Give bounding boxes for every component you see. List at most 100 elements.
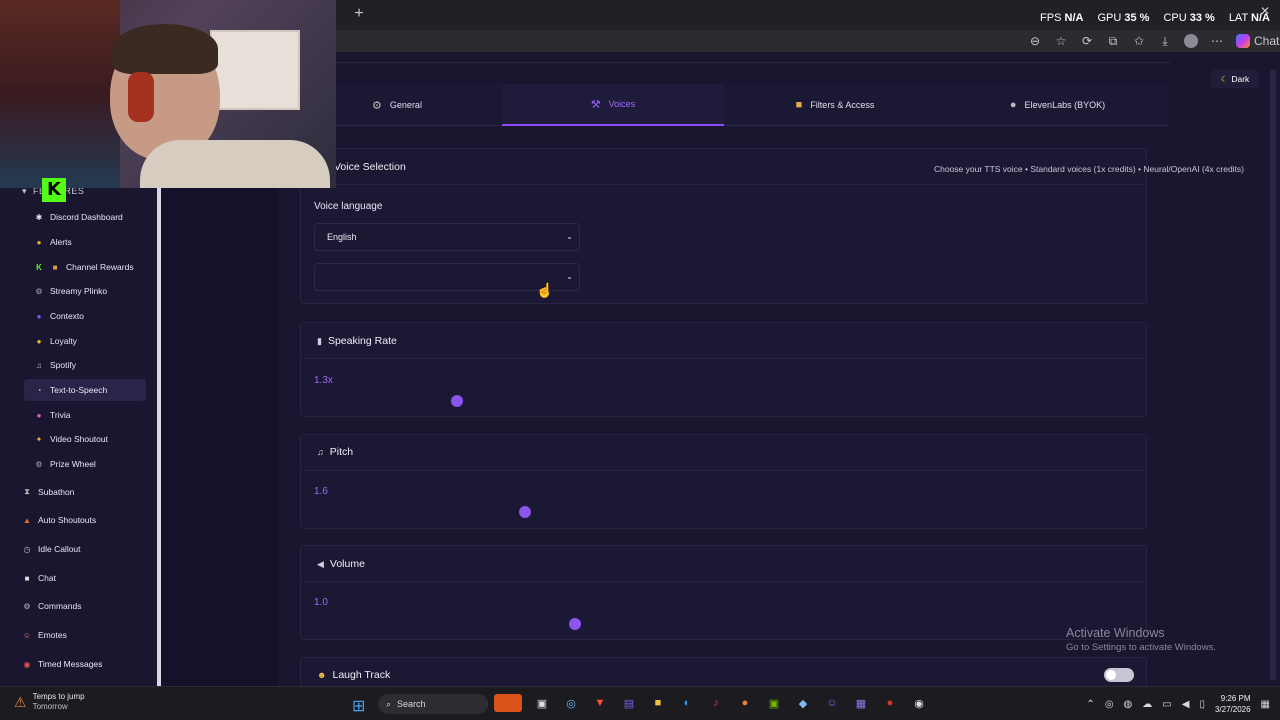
- music-note-icon: ♫: [36, 360, 42, 370]
- battery-icon[interactable]: ▯: [1199, 699, 1205, 710]
- download-icon[interactable]: ⤓: [1158, 34, 1172, 49]
- volume-slider-thumb[interactable]: [569, 618, 581, 630]
- copilot-chat-button[interactable]: Chat: [1236, 34, 1279, 48]
- taskbar-search[interactable]: ⌕ Search: [378, 694, 488, 714]
- sidebar-item-subathon[interactable]: ⧗ Subathon: [12, 481, 134, 503]
- record-icon[interactable]: ●: [881, 694, 899, 712]
- clock-time: 9:26 PM: [1220, 694, 1251, 703]
- windows-start-icon[interactable]: ⊞: [352, 696, 365, 716]
- sidebar-item-chat[interactable]: ■ Chat: [12, 567, 134, 589]
- sidebar-item-loyalty[interactable]: ● Loyalty: [24, 330, 146, 352]
- sidebar-item-label: Channel Rewards: [66, 262, 134, 272]
- steam-icon[interactable]: ◎: [562, 694, 580, 712]
- sidebar-item-auto-shoutouts[interactable]: ▲ Auto Shoutouts: [12, 509, 134, 531]
- fire-icon: ▲: [23, 515, 31, 525]
- pitch-value: 1.6: [314, 486, 328, 497]
- sidebar-item-discord-dashboard[interactable]: ✱ Discord Dashboard: [24, 206, 146, 228]
- folder-icon[interactable]: ■: [649, 694, 667, 712]
- speaking-rate-slider-thumb[interactable]: [451, 395, 463, 407]
- favorite-star-icon[interactable]: ☆: [1054, 34, 1068, 48]
- tab-elevenlabs[interactable]: ● ElevenLabs (BYOK): [946, 84, 1169, 126]
- extension-icon[interactable]: ⟳: [1080, 34, 1094, 48]
- speaking-rate-card: [300, 322, 1147, 417]
- sidebar-item-prize-wheel[interactable]: ⚙ Prize Wheel: [24, 453, 146, 475]
- weather-widget[interactable]: ⚠ Temps to jump Tomorrow: [14, 692, 85, 712]
- volume-value: 1.0: [314, 597, 328, 608]
- sidebar-item-spotify[interactable]: ♫ Spotify: [24, 354, 146, 376]
- sidebar-item-label: Spotify: [50, 360, 76, 370]
- sidebar-item-streamy-plinko[interactable]: ⚙ Streamy Plinko: [24, 280, 146, 302]
- sidebar-item-alerts[interactable]: ● Alerts: [24, 231, 146, 253]
- widget-icon[interactable]: [494, 694, 522, 712]
- sidebar-item-trivia[interactable]: ● Trivia: [24, 404, 146, 426]
- taskbar-clock[interactable]: 9:26 PM 3/27/2026: [1215, 693, 1251, 715]
- cloud-icon[interactable]: ☁: [1142, 699, 1152, 710]
- voice-language-select[interactable]: English ⌄: [314, 223, 580, 251]
- sidebar-item-label: Discord Dashboard: [50, 212, 123, 222]
- obs-icon[interactable]: ◉: [910, 694, 928, 712]
- sidebar-item-video-shoutout[interactable]: ✦ Video Shoutout: [24, 428, 146, 450]
- nvidia-icon[interactable]: ▣: [765, 694, 783, 712]
- voice-language-label: Voice language: [314, 201, 383, 212]
- tab-label: General: [389, 100, 422, 110]
- tts-tabs: ⚙ General ⚒ Voices ■ Filters & Access ● Elev…: [292, 84, 1169, 126]
- speaker-icon[interactable]: ◀: [1182, 699, 1190, 710]
- tab-filters-access[interactable]: ■ Filters & Access: [724, 84, 946, 126]
- favorites-icon[interactable]: ✩: [1132, 34, 1146, 48]
- speaker-icon: ◀: [317, 558, 324, 569]
- wifi-icon[interactable]: ▭: [1162, 699, 1171, 710]
- tiktok-icon[interactable]: ♪: [707, 694, 725, 712]
- sidebar-item-idle-callout[interactable]: ◷ Idle Callout: [12, 538, 134, 560]
- card-title-text: Speaking Rate: [327, 335, 397, 347]
- page-scrollbar[interactable]: [1270, 70, 1276, 680]
- edge-icon[interactable]: ◐: [678, 694, 696, 712]
- brave-icon[interactable]: ▼: [591, 694, 609, 712]
- chevron-down-icon: ⌄: [566, 232, 573, 241]
- split-screen-icon[interactable]: ⧉: [1106, 34, 1120, 49]
- sidebar-item-commands[interactable]: ⚙ Commands: [12, 595, 134, 617]
- sidebar-item-label: Trivia: [50, 410, 71, 420]
- speaking-head-icon: ◔: [36, 385, 42, 395]
- card-header: [301, 323, 1146, 359]
- new-tab-button[interactable]: +: [350, 5, 368, 23]
- vscode-icon[interactable]: ◆: [794, 694, 812, 712]
- sidebar-item-label: Prize Wheel: [50, 459, 96, 469]
- tab-voices[interactable]: ⚒ Voices: [502, 84, 724, 126]
- sidebar-item-contexto[interactable]: ● Contexto: [24, 305, 146, 327]
- pitch-slider-thumb[interactable]: [519, 506, 531, 518]
- card-header: [301, 546, 1146, 582]
- firefox-icon[interactable]: ●: [736, 694, 754, 712]
- gear-icon: ⚙: [23, 601, 31, 611]
- sidebar-item-text-to-speech[interactable]: ◔ Text-to-Speech: [24, 379, 146, 401]
- reader-icon[interactable]: ⊖: [1028, 34, 1042, 48]
- task-view-icon[interactable]: ▣: [533, 694, 551, 712]
- weather-title: Temps to jump: [32, 692, 85, 701]
- sidebar-item-label: Loyalty: [50, 336, 77, 346]
- laugh-track-toggle[interactable]: [1104, 668, 1134, 682]
- microphone-icon: ●: [1009, 99, 1017, 111]
- hourglass-icon: ⧗: [24, 487, 30, 496]
- volume-title: ◀ Volume: [317, 558, 365, 570]
- kick-icon: K: [36, 262, 42, 272]
- notes-icon[interactable]: ▤: [620, 694, 638, 712]
- sidebar-item-timed-messages[interactable]: ◉ Timed Messages: [12, 653, 134, 675]
- profile-avatar-icon[interactable]: [1184, 34, 1198, 48]
- sidebar-item-emotes[interactable]: ☺ Emotes: [12, 624, 134, 646]
- laughing-face-icon: ☻: [317, 670, 327, 680]
- chat-bubble-icon: ■: [24, 573, 30, 583]
- more-menu-icon[interactable]: ⋯: [1210, 34, 1224, 48]
- select-value: English: [327, 232, 357, 242]
- notifications-icon[interactable]: ▦: [1261, 699, 1270, 710]
- discord-icon[interactable]: ☺: [823, 694, 841, 712]
- theme-toggle-button[interactable]: ☾ Dark: [1211, 70, 1259, 88]
- tab-label: Filters & Access: [810, 100, 875, 110]
- search-label: Search: [397, 699, 426, 709]
- network-app-icon[interactable]: ◍: [1124, 699, 1133, 710]
- grid-app-icon[interactable]: ▦: [852, 694, 870, 712]
- system-tray: ⌃ ◎ ◍ ☁ ▭ ◀ ▯ 9:26 PM 3/27/2026 ▦: [1086, 690, 1270, 718]
- chevron-up-icon[interactable]: ⌃: [1086, 699, 1094, 710]
- sidebar-item-channel-rewards[interactable]: K ■ Channel Rewards: [24, 256, 146, 278]
- close-icon[interactable]: ✕: [1260, 4, 1270, 18]
- steam-tray-icon[interactable]: ◎: [1105, 699, 1114, 710]
- laugh-track-title: ☻ Laugh Track: [317, 669, 390, 681]
